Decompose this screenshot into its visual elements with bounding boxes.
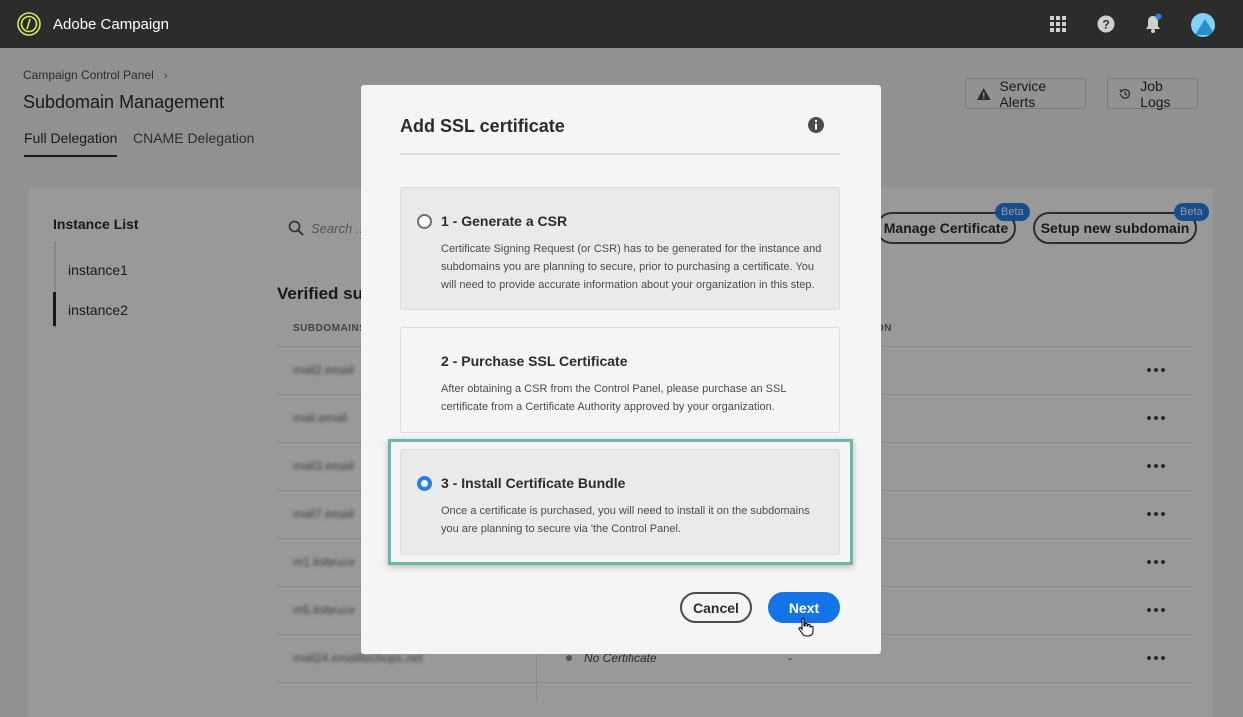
option-generate-csr[interactable]: 1 - Generate a CSR Certificate Signing R… xyxy=(400,187,840,310)
notifications-bell-icon[interactable] xyxy=(1141,12,1165,36)
selection-highlight-frame xyxy=(388,439,853,565)
dialog-title: Add SSL certificate xyxy=(400,116,565,136)
user-avatar[interactable] xyxy=(1191,13,1215,37)
apps-grid-icon[interactable] xyxy=(1046,12,1070,36)
top-bar: Adobe Campaign ? xyxy=(0,0,1243,48)
option-purchase-ssl-certificate[interactable]: 2 - Purchase SSL Certificate After obtai… xyxy=(400,327,840,433)
option-description: After obtaining a CSR from the Control P… xyxy=(441,383,787,413)
help-icon[interactable]: ? xyxy=(1094,12,1118,36)
cancel-button[interactable]: Cancel xyxy=(680,592,752,623)
adobe-campaign-logo-icon[interactable] xyxy=(17,12,41,36)
app-name: Adobe Campaign xyxy=(53,16,169,33)
option-title: 2 - Purchase SSL Certificate xyxy=(441,353,628,369)
svg-text:?: ? xyxy=(1102,18,1109,32)
info-icon[interactable] xyxy=(807,116,825,134)
option-title: 1 - Generate a CSR xyxy=(441,213,568,229)
option-description: Certificate Signing Request (or CSR) has… xyxy=(441,243,822,291)
dialog-divider xyxy=(400,153,840,155)
radio-button[interactable] xyxy=(417,214,432,229)
hand-cursor-icon xyxy=(797,617,815,637)
